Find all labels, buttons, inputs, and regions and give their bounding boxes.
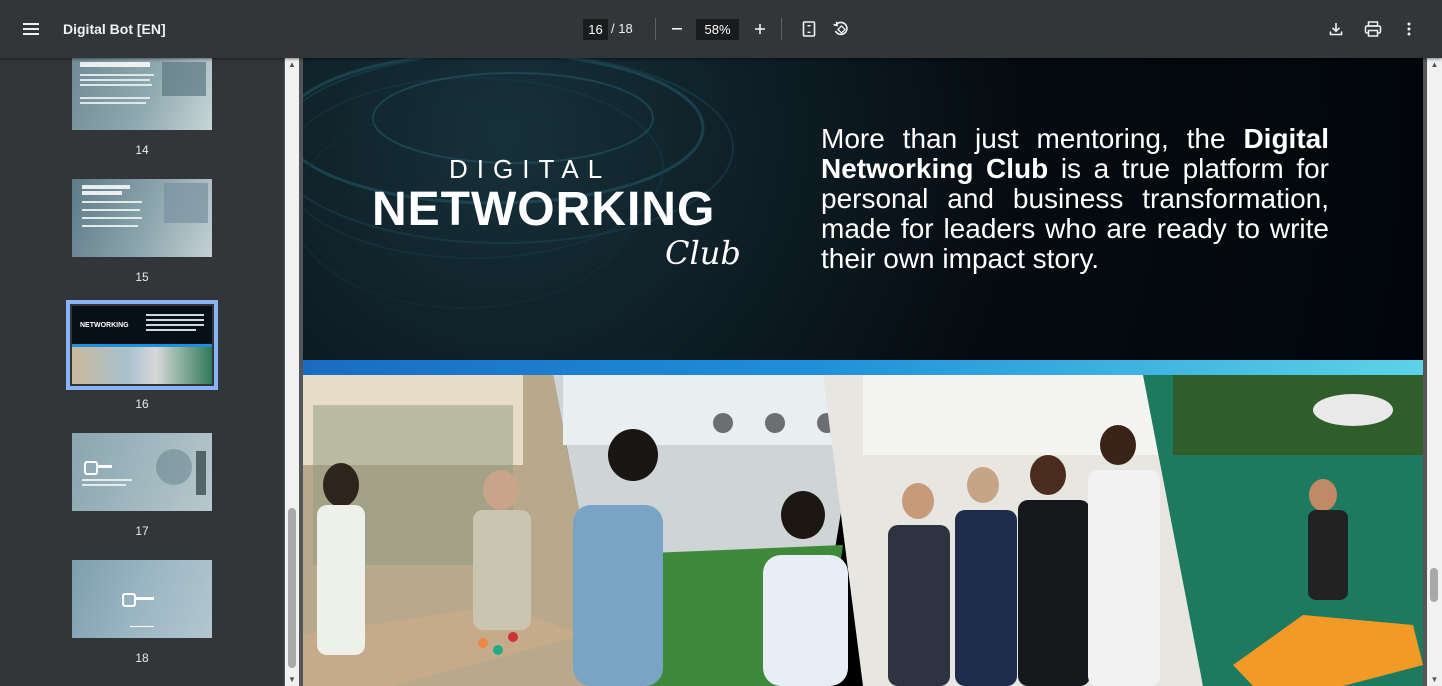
toolbar-divider [781,18,782,40]
pdf-page: DIGITAL NETWORKING Club More than just m… [303,58,1423,686]
page-thumbnail-label: 14 [135,143,149,157]
zoom-out-button[interactable] [661,13,693,45]
page-hero: DIGITAL NETWORKING Club More than just m… [303,58,1423,360]
scrollbar-thumb[interactable] [288,508,296,668]
logo-club: Club [665,234,741,272]
pdf-toolbar: Digital Bot [EN] 16 / 18 58% [0,0,1442,58]
rotate-button[interactable] [825,13,857,45]
page-thumbnail[interactable] [72,560,212,638]
page-thumbnail[interactable] [72,179,212,257]
fit-page-icon [802,21,816,37]
download-button[interactable] [1320,13,1352,45]
page-thumbnail-label: 15 [135,270,149,284]
photo-collage [303,375,1423,686]
logo-networking: NETWORKING [372,183,716,236]
document-title: Digital Bot [EN] [63,21,166,37]
intro-text-start: More than just mentoring, the [821,123,1244,154]
rotate-icon [833,21,848,36]
more-options-button[interactable] [1393,13,1425,45]
page-number-input[interactable]: 16 [583,19,608,40]
logo-digital: DIGITAL [449,154,612,184]
toolbar-divider [655,18,656,40]
page-thumbnail-label: 18 [135,651,149,665]
page-thumbnail[interactable] [72,433,212,511]
scrollbar-thumb[interactable] [1430,568,1438,602]
download-icon [1329,23,1343,36]
print-icon [1364,21,1382,37]
zoom-input[interactable]: 58% [696,19,739,40]
intro-paragraph: More than just mentoring, the Digital Ne… [821,124,1329,274]
plus-icon [755,24,765,34]
scroll-down-icon[interactable]: ▼ [1427,675,1442,684]
menu-icon[interactable] [15,13,47,45]
scroll-down-icon[interactable]: ▼ [285,675,299,684]
print-button[interactable] [1357,13,1389,45]
scroll-up-icon[interactable]: ▲ [1427,60,1442,69]
page-thumbnail-label: 16 [135,397,149,411]
page-total: / 18 [611,21,633,36]
page-thumbnail-active[interactable]: NETWORKING [66,300,218,390]
zoom-in-button[interactable] [744,13,776,45]
fit-page-button[interactable] [793,13,825,45]
page-thumbnail[interactable] [72,58,212,130]
accent-band [303,360,1423,375]
page-thumbnail-label: 17 [135,524,149,538]
thumbnail-sidebar: 14 15 NETWORKING 16 17 18 [0,58,284,686]
sidebar-scrollbar[interactable]: ▲ ▼ [285,58,299,686]
more-vert-icon [1407,22,1411,36]
scroll-up-icon[interactable]: ▲ [285,60,299,69]
document-scrollbar[interactable]: ▲ ▼ [1427,58,1442,686]
minus-icon [672,28,682,30]
